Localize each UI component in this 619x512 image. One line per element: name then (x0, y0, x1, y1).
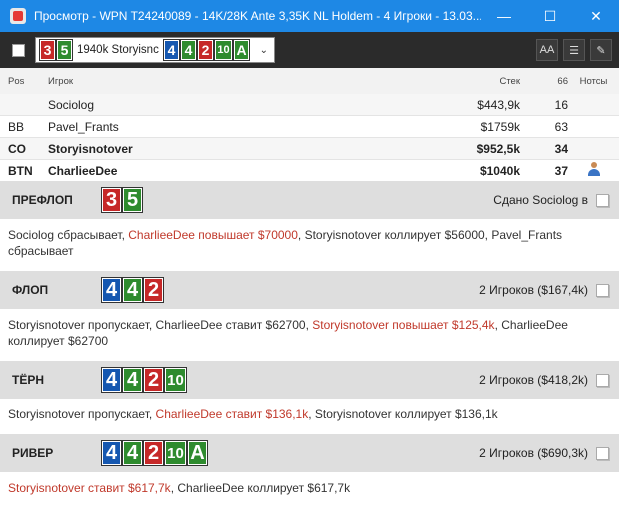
playing-card: A (187, 440, 208, 466)
hand-selector-dropdown[interactable]: 35 1940k Storyisnc 4 4 2 10 A ⌄ (35, 37, 275, 63)
chevron-down-icon[interactable]: ⌄ (260, 45, 268, 56)
player-notes[interactable] (568, 162, 619, 179)
action-highlight: CharlieeDee повышает $70000 (128, 228, 298, 242)
player-pos: CO (8, 141, 26, 156)
select-hand-checkbox[interactable] (12, 43, 25, 57)
header-notes[interactable]: Нотсы (568, 76, 619, 87)
header-pos[interactable]: Pos (0, 76, 40, 87)
playing-card: 3 (39, 39, 56, 61)
app-logo-icon (10, 8, 26, 24)
table-row[interactable]: CO Storyisnotover $952,5k 34 (0, 138, 619, 160)
action-highlight: CharlieeDee ставит $136,1k (155, 407, 309, 421)
playing-card: 2 (143, 440, 164, 466)
street-name: РИВЕР (12, 446, 54, 460)
street-cards: 4 4 2 10 (101, 367, 187, 393)
playing-card: 4 (101, 440, 122, 466)
playing-card: 5 (122, 187, 143, 213)
street-checkbox[interactable] (596, 283, 609, 297)
hand-selector-hole-cards: 35 (39, 39, 73, 61)
street-info: 2 Игроков ($167,4k) (479, 283, 588, 297)
player-stat-66: 16 (554, 97, 568, 112)
playing-card: A (233, 39, 250, 61)
player-note-icon[interactable] (587, 162, 601, 176)
playing-card: 4 (122, 367, 143, 393)
hand-selector-board-cards: 4 4 2 10 A (163, 39, 250, 61)
player-stat-66: 37 (554, 163, 568, 178)
playing-card: 2 (143, 367, 164, 393)
player-stack: $952,5k (476, 141, 520, 156)
street-actions: Storyisnotover пропускает, CharlieeDee с… (0, 317, 619, 349)
maximize-button[interactable]: ☐ (527, 0, 573, 32)
player-stack: $1040k (479, 163, 520, 178)
action-text: Storyisnotover пропускает, (8, 407, 156, 421)
action-text: Sociolog сбрасывает, (8, 228, 129, 242)
player-stack: $1759k (480, 119, 520, 134)
street-turn: ТЁРН 4 4 2 10 2 Игроков ($418,2k) (0, 361, 619, 399)
header-stack[interactable]: Стек (420, 76, 520, 87)
street-checkbox[interactable] (596, 193, 609, 207)
playing-card: 5 (56, 39, 73, 61)
street-name: ТЁРН (12, 373, 45, 387)
player-stat-66: 34 (554, 141, 568, 156)
player-pos: BB (8, 119, 25, 134)
table-row[interactable]: BTN CharlieeDee $1040k 37 (0, 160, 619, 182)
player-stat-66: 63 (554, 119, 568, 134)
street-river: РИВЕР 4 4 2 10 A 2 Игроков ($690,3k) (0, 434, 619, 472)
font-size-button[interactable]: AA (536, 39, 558, 61)
table-row[interactable]: Sociolog $443,9k 16 (0, 94, 619, 116)
close-button[interactable]: ✕ (573, 0, 619, 32)
action-highlight: Storyisnotover ставит $617,7k (8, 481, 171, 495)
header-66[interactable]: 66 (520, 76, 568, 87)
player-name: Sociolog (48, 97, 95, 112)
playing-card: 10 (164, 440, 187, 466)
window-titlebar: Просмотр - WPN T24240089 - 14K/28K Ante … (0, 0, 619, 32)
player-name: CharlieeDee (48, 163, 118, 178)
playing-card: 10 (214, 39, 233, 61)
players-table: Pos Игрок Стек 66 Нотсы Sociolog $443,9k… (0, 68, 619, 182)
playing-card: 10 (164, 367, 187, 393)
playing-card: 4 (122, 440, 143, 466)
street-name: ПРЕФЛОП (12, 193, 73, 207)
street-name: ФЛОП (12, 283, 49, 297)
playing-card: 4 (163, 39, 180, 61)
action-text: , CharlieeDee коллирует $617,7k (170, 481, 351, 495)
street-info: 2 Игроков ($418,2k) (479, 373, 588, 387)
playing-card: 4 (180, 39, 197, 61)
street-cards: 35 (101, 187, 143, 213)
player-stack: $443,9k (477, 97, 520, 112)
list-view-button[interactable]: ☰ (563, 39, 585, 61)
street-cards: 442 (101, 277, 164, 303)
player-name: Pavel_Frants (48, 119, 119, 134)
playing-card: 3 (101, 187, 122, 213)
player-name: Storyisnotover (48, 141, 133, 156)
street-info: Сдано Sociolog в (493, 193, 588, 207)
street-preflop: ПРЕФЛОП 35 Сдано Sociolog в (0, 181, 619, 219)
header-player[interactable]: Игрок (40, 76, 420, 87)
edit-pencil-button[interactable]: ✎ (590, 39, 612, 61)
hand-selector-label: 1940k Storyisnc (77, 44, 159, 56)
street-info: 2 Игроков ($690,3k) (479, 446, 588, 460)
player-pos: BTN (8, 163, 33, 178)
street-actions: Storyisnotover пропускает, CharlieeDee с… (0, 406, 619, 422)
street-checkbox[interactable] (596, 446, 609, 460)
action-highlight: Storyisnotover повышает $125,4k (312, 318, 495, 332)
table-row[interactable]: BB Pavel_Frants $1759k 63 (0, 116, 619, 138)
action-text: , Storyisnotover коллирует $136,1k (308, 407, 498, 421)
toolbar: 35 1940k Storyisnc 4 4 2 10 A ⌄ AA ☰ ✎ (0, 32, 619, 68)
playing-card: 2 (143, 277, 164, 303)
action-text: Storyisnotover пропускает, CharlieeDee с… (8, 318, 313, 332)
street-actions: Sociolog сбрасывает, CharlieeDee повышае… (0, 227, 619, 259)
minimize-button[interactable]: — (481, 0, 527, 32)
street-flop: ФЛОП 442 2 Игроков ($167,4k) (0, 271, 619, 309)
players-table-header: Pos Игрок Стек 66 Нотсы (0, 68, 619, 94)
window-title: Просмотр - WPN T24240089 - 14K/28K Ante … (34, 9, 481, 23)
street-cards: 4 4 2 10 A (101, 440, 208, 466)
street-actions: Storyisnotover ставит $617,7k, CharlieeD… (0, 480, 619, 496)
playing-card: 4 (122, 277, 143, 303)
playing-card: 2 (197, 39, 214, 61)
playing-card: 4 (101, 277, 122, 303)
playing-card: 4 (101, 367, 122, 393)
street-checkbox[interactable] (596, 373, 609, 387)
